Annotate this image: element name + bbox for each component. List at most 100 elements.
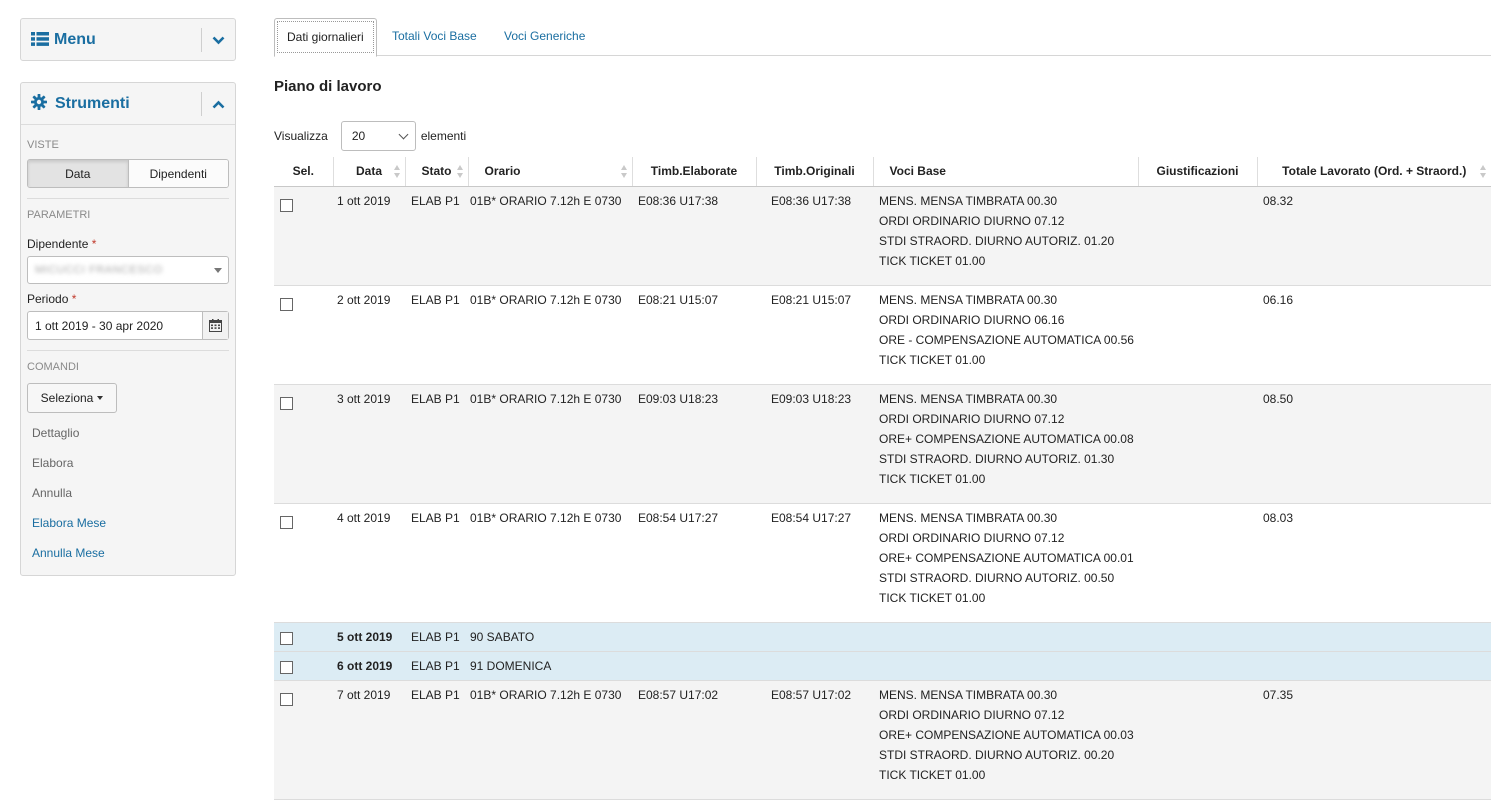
cell-orario: 01B* ORARIO 7.12h E 0730	[468, 680, 632, 800]
cell-voci-base: MENS. MENSA TIMBRATA 00.30 ORDI ORDINARIO…	[873, 186, 1138, 286]
cell-data: 4 ott 2019	[333, 503, 405, 623]
tools-collapse-toggle[interactable]	[201, 92, 235, 116]
voce-line: TICK TICKET 01.00	[879, 471, 986, 486]
gear-icon	[31, 94, 47, 113]
row-checkbox[interactable]	[280, 631, 293, 645]
cell-voci-base: MENS. MENSA TIMBRATA 00.30 ORDI ORDINARIO…	[873, 680, 1138, 800]
cell-stato: ELAB P1	[405, 680, 468, 800]
required-marker: *	[71, 292, 77, 306]
cell-timb-originali	[756, 622, 873, 652]
voce-line: STDI STRAORD. DIURNO AUTORIZ. 00.50	[879, 570, 1115, 585]
cell-timb-elaborate	[632, 651, 756, 681]
row-checkbox[interactable]	[280, 660, 293, 674]
show-label: Visualizza	[274, 129, 328, 143]
col-label: Voci Base	[889, 164, 946, 179]
row-checkbox[interactable]	[280, 692, 293, 706]
table-row[interactable]: 7 ott 2019 ELAB P1 01B* ORARIO 7.12h E 073…	[274, 680, 1491, 800]
table-row[interactable]: 1 ott 2019 ELAB P1 01B* ORARIO 7.12h E 073…	[274, 186, 1491, 286]
periodo-input[interactable]	[28, 312, 202, 339]
row-checkbox[interactable]	[280, 515, 293, 529]
voce-line: ORE+ COMPENSAZIONE AUTOMATICA 00.03	[879, 727, 1134, 742]
sort-icon	[620, 165, 628, 178]
page-length-select[interactable]: 20	[340, 121, 416, 151]
tab-totali-voci-base[interactable]: Totali Voci Base	[380, 18, 489, 56]
cell-stato: ELAB P1	[405, 186, 468, 286]
cell-sel	[274, 651, 333, 681]
voce-line: STDI STRAORD. DIURNO AUTORIZ. 01.30	[879, 451, 1115, 466]
seleziona-dropdown[interactable]: Seleziona	[27, 383, 117, 413]
cell-orario: 01B* ORARIO 7.12h E 0730	[468, 384, 632, 504]
cell-giustificazioni	[1138, 186, 1257, 286]
table-row-weekend[interactable]: 6 ott 2019 ELAB P1 91 DOMENICA	[274, 651, 1491, 681]
col-header-totale-lavorato[interactable]: Totale Lavorato (Ord. + Straord.)	[1257, 157, 1491, 187]
dipendente-select[interactable]: MICUCCI FRANCESCO	[27, 256, 229, 284]
cell-orario: 01B* ORARIO 7.12h E 0730	[468, 503, 632, 623]
dipendente-label-text: Dipendente	[27, 237, 89, 251]
cell-timb-originali	[756, 651, 873, 681]
cell-data: 3 ott 2019	[333, 384, 405, 504]
cmd-annulla-mese[interactable]: Annulla Mese	[32, 538, 235, 568]
cmd-annulla[interactable]: Annulla	[32, 478, 235, 508]
cmd-elabora-mese[interactable]: Elabora Mese	[32, 508, 235, 538]
cell-totale-lavorato	[1257, 651, 1491, 681]
menu-expand-toggle[interactable]	[201, 28, 235, 52]
view-dipendenti-button[interactable]: Dipendenti	[127, 160, 228, 187]
cell-totale-lavorato: 07.35	[1257, 680, 1491, 800]
dipendente-label: Dipendente *	[27, 237, 235, 251]
cell-voci-base: MENS. MENSA TIMBRATA 00.30 ORDI ORDINARIO…	[873, 503, 1138, 623]
col-header-timb-elaborate: Timb.Elaborate	[632, 157, 757, 187]
view-data-button[interactable]: Data	[28, 160, 128, 187]
cell-data: 6 ott 2019	[333, 651, 405, 681]
col-header-data[interactable]: Data	[333, 157, 406, 187]
cell-orario: 01B* ORARIO 7.12h E 0730	[468, 285, 632, 385]
divider	[27, 198, 229, 199]
tab-voci-generiche[interactable]: Voci Generiche	[492, 18, 597, 56]
cell-totale-lavorato: 08.32	[1257, 186, 1491, 286]
tab-dati-giornalieri[interactable]: Dati giornalieri	[274, 18, 377, 57]
comandi-label: COMANDI	[27, 361, 79, 373]
cmd-dettaglio[interactable]: Dettaglio	[32, 418, 235, 448]
row-checkbox[interactable]	[280, 297, 293, 311]
cell-voci-base	[873, 622, 1138, 652]
cell-sel	[274, 186, 333, 286]
voce-line: ORDI ORDINARIO DIURNO 07.12	[879, 213, 1065, 228]
table-row-weekend[interactable]: 5 ott 2019 ELAB P1 90 SABATO	[274, 622, 1491, 652]
voce-line: MENS. MENSA TIMBRATA 00.30	[879, 193, 1058, 208]
cmd-elabora[interactable]: Elabora	[32, 448, 235, 478]
cell-timb-originali: E08:36 U17:38	[756, 186, 873, 286]
col-label: Totale Lavorato (Ord. + Straord.)	[1282, 164, 1467, 179]
row-checkbox[interactable]	[280, 198, 293, 212]
voce-line: TICK TICKET 01.00	[879, 253, 986, 268]
col-header-timb-originali: Timb.Originali	[756, 157, 874, 187]
periodo-field	[27, 311, 229, 340]
view-switch: Data Dipendenti	[27, 159, 229, 188]
cell-timb-elaborate: E08:57 U17:02	[632, 680, 756, 800]
cell-sel	[274, 503, 333, 623]
menu-header[interactable]: Menu	[21, 19, 235, 61]
cell-giustificazioni	[1138, 651, 1257, 681]
cell-timb-elaborate: E08:36 U17:38	[632, 186, 756, 286]
cell-timb-originali: E08:21 U15:07	[756, 285, 873, 385]
page-length-value: 20	[351, 129, 366, 143]
voce-line: MENS. MENSA TIMBRATA 00.30	[879, 391, 1058, 406]
tools-panel: Strumenti VISTE Data Dipendenti PARAMETR…	[20, 82, 236, 576]
cell-timb-originali: E09:03 U18:23	[756, 384, 873, 504]
col-header-orario[interactable]: Orario	[468, 157, 633, 187]
table-row[interactable]: 2 ott 2019 ELAB P1 01B* ORARIO 7.12h E 073…	[274, 285, 1491, 385]
voce-line: ORDI ORDINARIO DIURNO 07.12	[879, 411, 1065, 426]
voce-line: ORDI ORDINARIO DIURNO 06.16	[879, 312, 1065, 327]
cell-stato: ELAB P1	[405, 651, 468, 681]
cell-stato: ELAB P1	[405, 285, 468, 385]
tools-header[interactable]: Strumenti	[21, 83, 235, 125]
table-row[interactable]: 4 ott 2019 ELAB P1 01B* ORARIO 7.12h E 073…	[274, 503, 1491, 623]
voce-line: ORE+ COMPENSAZIONE AUTOMATICA 00.08	[879, 431, 1134, 446]
col-header-stato[interactable]: Stato	[405, 157, 469, 187]
col-label: Timb.Elaborate	[650, 164, 738, 179]
table-row[interactable]: 3 ott 2019 ELAB P1 01B* ORARIO 7.12h E 073…	[274, 384, 1491, 504]
voce-line: STDI STRAORD. DIURNO AUTORIZ. 00.20	[879, 747, 1115, 762]
cell-giustificazioni	[1138, 622, 1257, 652]
cell-giustificazioni	[1138, 680, 1257, 800]
calendar-button[interactable]	[202, 312, 228, 339]
cell-timb-elaborate: E08:21 U15:07	[632, 285, 756, 385]
row-checkbox[interactable]	[280, 396, 293, 410]
